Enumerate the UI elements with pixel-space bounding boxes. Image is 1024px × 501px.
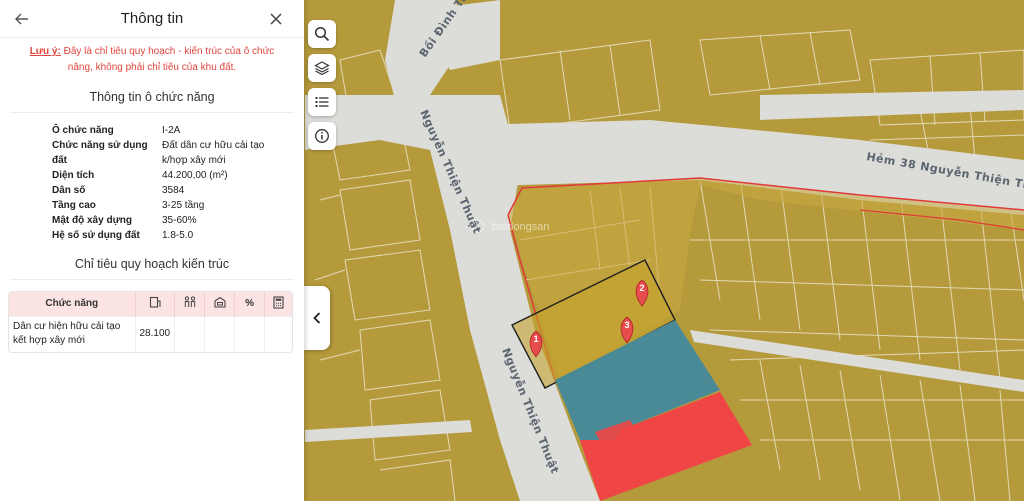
close-icon (270, 13, 282, 25)
info-value: 3-25 tầng (162, 200, 205, 211)
list-icon (315, 97, 329, 107)
info-row: Tầng cao 3-25 tầng (52, 198, 292, 213)
col-header-calculator (264, 292, 292, 316)
info-row: Chức năng sử dụng đất Đất dân cư hữu cải … (52, 138, 292, 168)
layers-button[interactable] (308, 54, 336, 82)
table-header-row: Chức năng % (9, 292, 292, 316)
info-icon (315, 129, 329, 143)
section-title-architecture: Chỉ tiêu quy hoạch kiến trúc (74, 257, 230, 271)
panel-title: Thông tin (120, 10, 184, 27)
info-row: Dân số 3584 (52, 183, 292, 198)
people-icon (184, 296, 195, 308)
info-label: Dân số (52, 185, 86, 196)
divider (10, 112, 294, 113)
panel-header: Thông tin (0, 0, 304, 38)
info-value: 35-60% (162, 215, 197, 226)
chevron-left-icon (313, 312, 321, 324)
svg-text:batdongsan: batdongsan (492, 221, 550, 233)
planning-note: Lưu ý: Đây là chỉ tiêu quy hoạch - kiến … (0, 38, 304, 76)
cell-empty (174, 315, 206, 352)
cell-value: 28.100 (135, 315, 176, 352)
info-row: Diện tích 44.200,00 (m²) (52, 168, 292, 183)
col-header-house (204, 292, 236, 316)
info-value: 44.200,00 (m²) (162, 170, 228, 181)
house-icon (214, 297, 226, 308)
info-label: Tầng cao (52, 200, 96, 211)
info-button[interactable] (308, 122, 336, 150)
cell-empty (204, 315, 236, 352)
info-label: Mật độ xây dựng (52, 215, 133, 226)
info-value: 1.8-5.0 (162, 230, 194, 241)
col-header-people (174, 292, 206, 316)
cell-empty (264, 315, 292, 352)
col-header-percent: % (234, 292, 266, 316)
architecture-table: Chức năng % Dân cư hiện hữu cải tạo kết … (8, 291, 293, 353)
info-label: Ô chức năng (52, 125, 114, 136)
note-label: Lưu ý: (29, 46, 61, 57)
legend-list-button[interactable] (308, 88, 336, 116)
info-row: Mật độ xây dựng 35-60% (52, 213, 292, 228)
divider (10, 279, 294, 280)
info-value: 3584 (162, 185, 185, 196)
col-header-function: Chức năng (9, 292, 136, 316)
arrow-left-icon (15, 13, 28, 25)
svg-text:2: 2 (639, 283, 644, 293)
zone-info-list: Ô chức năng I-2A Chức năng sử dụng đất Đất… (52, 123, 292, 243)
back-button[interactable] (12, 9, 32, 29)
section-title-zone-info: Thông tin ô chức năng (89, 90, 215, 104)
info-label: Diện tích (52, 170, 95, 181)
svg-text:1: 1 (533, 334, 538, 344)
cell-empty (234, 315, 266, 352)
search-icon (314, 26, 330, 42)
info-value: Đất dân cư hữu cải tạo k/hợp xây mới (162, 140, 265, 166)
calculator-icon (273, 296, 284, 309)
info-row: Ô chức năng I-2A (52, 123, 292, 138)
col-header-building (135, 292, 176, 316)
cell-function-name: Dân cư hiện hữu cải tạo kết hợp xây mới (9, 315, 136, 352)
map-toolbar (308, 20, 336, 150)
building-icon (149, 297, 161, 308)
note-text: Đây là chỉ tiêu quy hoạch - kiến trúc củ… (60, 46, 275, 73)
svg-text:3: 3 (624, 320, 629, 330)
info-row: Hệ số sử dụng đất 1.8-5.0 (52, 228, 292, 243)
info-panel: Thông tin Lưu ý: Đây là chỉ tiêu quy hoạ… (0, 0, 304, 501)
collapse-panel-button[interactable] (304, 286, 330, 350)
info-value: I-2A (162, 125, 181, 136)
close-button[interactable] (266, 9, 286, 29)
layers-icon (314, 61, 330, 76)
search-button[interactable] (308, 20, 336, 48)
table-row: Dân cư hiện hữu cải tạo kết hợp xây mới … (9, 315, 292, 352)
info-label: Hệ số sử dụng đất (52, 230, 140, 241)
info-label: Chức năng sử dụng đất (52, 140, 148, 166)
